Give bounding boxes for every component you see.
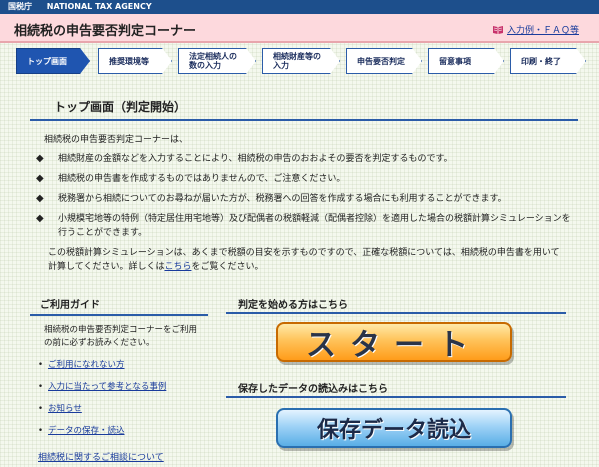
- start-title: 判定を始める方はこちら: [238, 300, 348, 311]
- consultation-link[interactable]: 相続税に関するご相談について: [38, 450, 164, 463]
- guide-link-news[interactable]: • お知らせ: [38, 404, 208, 415]
- step-label: トップ画面: [27, 56, 67, 66]
- list-item-text: 小規模宅地等の特例（特定居住用宅地等）及び配偶者の税額軽減（配偶者控除）を適用し…: [58, 214, 571, 238]
- diamond-bullet-icon: ◆: [36, 213, 44, 224]
- section-heading: トップ画面（判定開始）: [54, 100, 187, 114]
- load-saved-data-button[interactable]: 保存データ読込: [276, 408, 512, 448]
- list-item: ◆ 相続税の申告書を作成するものではありませんので、ご注意ください。: [36, 172, 576, 186]
- divider: [226, 312, 566, 314]
- bullet-dot-icon: •: [38, 426, 44, 436]
- bullet-dot-icon: •: [38, 404, 44, 414]
- bullet-dot-icon: •: [38, 382, 44, 392]
- step-notes[interactable]: 留意事項: [428, 48, 504, 74]
- bullet-dot-icon: •: [38, 360, 44, 370]
- start-button[interactable]: スタート: [276, 322, 512, 363]
- diamond-bullet-icon: ◆: [36, 153, 44, 164]
- diamond-bullet-icon: ◆: [36, 193, 44, 204]
- guide-link-examples[interactable]: • 入力に当たって参考となる事例: [38, 382, 208, 393]
- note-text-end: をご覧ください。: [191, 262, 264, 272]
- step-top[interactable]: トップ画面: [16, 48, 90, 74]
- list-item-text: 税務署から相続についてのお尋ねが届いた方が、税務署への回答を作成する場合にも利用…: [58, 194, 507, 204]
- step-label: 申告要否判定: [357, 56, 405, 66]
- guide-link-label: お知らせ: [48, 404, 82, 414]
- bullet-list: ◆ 相続財産の金額などを入力することにより、相続税の申告のおおよその要否を判定す…: [36, 152, 576, 246]
- divider: [30, 119, 578, 121]
- guide-link-ineligible[interactable]: • ご利用になれない方: [38, 360, 208, 371]
- step-label: 相続財産等の入力: [273, 52, 321, 70]
- step-judgment[interactable]: 申告要否判定: [346, 48, 422, 74]
- book-icon: [492, 25, 504, 35]
- guide-text: 相続税の申告要否判定コーナーをご利用の前に必ずお読みください。: [44, 325, 198, 348]
- list-item: ◆ 相続財産の金額などを入力することにより、相続税の申告のおおよその要否を判定す…: [36, 152, 576, 166]
- guide-link-label: データの保存・読込: [48, 426, 125, 436]
- step-environment[interactable]: 推奨環境等: [98, 48, 172, 74]
- step-print-exit[interactable]: 印刷・終了: [510, 48, 586, 74]
- guide-title: ご利用ガイド: [40, 300, 100, 311]
- guide-link-label: 入力に当たって参考となる事例: [48, 382, 167, 392]
- divider: [30, 314, 208, 316]
- agency-name-en: NATIONAL TAX AGENCY: [46, 2, 152, 11]
- step-heirs[interactable]: 法定相続人の数の入力: [178, 48, 256, 74]
- list-item-text: 相続財産の金額などを入力することにより、相続税の申告のおおよその要否を判定するも…: [58, 154, 453, 164]
- list-item: ◆ 小規模宅地等の特例（特定居住用宅地等）及び配偶者の税額軽減（配偶者控除）を適…: [36, 212, 576, 240]
- main-content: トップ画面（判定開始） 相続税の申告要否判定コーナーは、 ◆ 相続財産の金額など…: [30, 84, 578, 276]
- start-panel: 判定を始める方はこちら スタート 保存したデータの読込みはこちら 保存データ読込: [226, 288, 578, 467]
- step-label: 印刷・終了: [521, 56, 561, 66]
- title-bar: 相続税の申告要否判定コーナー 入力例・ＦＡＱ等: [0, 14, 599, 43]
- usage-guide: ご利用ガイド 相続税の申告要否判定コーナーをご利用の前に必ずお読みください。 •…: [30, 288, 208, 467]
- step-assets[interactable]: 相続財産等の入力: [262, 48, 340, 74]
- note-text: この税額計算シミュレーションは、あくまで税額の目安を示すものですので、正確な税額…: [48, 248, 560, 272]
- step-label: 法定相続人の数の入力: [189, 52, 237, 70]
- simulation-note: この税額計算シミュレーションは、あくまで税額の目安を示すものですので、正確な税額…: [48, 246, 568, 274]
- list-item-text: 相続税の申告書を作成するものではありませんので、ご注意ください。: [58, 174, 346, 184]
- divider: [226, 396, 566, 398]
- load-title: 保存したデータの読込みはこちら: [238, 384, 388, 395]
- guide-link-list: • ご利用になれない方 • 入力に当たって参考となる事例 • お知らせ • デー…: [38, 360, 208, 448]
- step-label: 留意事項: [439, 56, 471, 66]
- guide-link-label: ご利用になれない方: [48, 360, 125, 370]
- diamond-bullet-icon: ◆: [36, 173, 44, 184]
- page-title: 相続税の申告要否判定コーナー: [14, 24, 197, 39]
- faq-link[interactable]: 入力例・ＦＡＱ等: [492, 23, 579, 36]
- agency-name-ja: 国税庁: [8, 2, 32, 11]
- step-navigation: トップ画面 推奨環境等 法定相続人の数の入力 相続財産等の入力 申告要否判定 留…: [16, 48, 586, 74]
- agency-bar: 国税庁 NATIONAL TAX AGENCY: [0, 0, 599, 14]
- details-link[interactable]: こちら: [164, 262, 191, 272]
- intro-text: 相続税の申告要否判定コーナーは、: [44, 135, 189, 145]
- step-label: 推奨環境等: [109, 56, 149, 66]
- list-item: ◆ 税務署から相続についてのお尋ねが届いた方が、税務署への回答を作成する場合にも…: [36, 192, 576, 206]
- guide-link-save-load[interactable]: • データの保存・読込: [38, 426, 208, 437]
- faq-link-label: 入力例・ＦＡＱ等: [506, 26, 579, 36]
